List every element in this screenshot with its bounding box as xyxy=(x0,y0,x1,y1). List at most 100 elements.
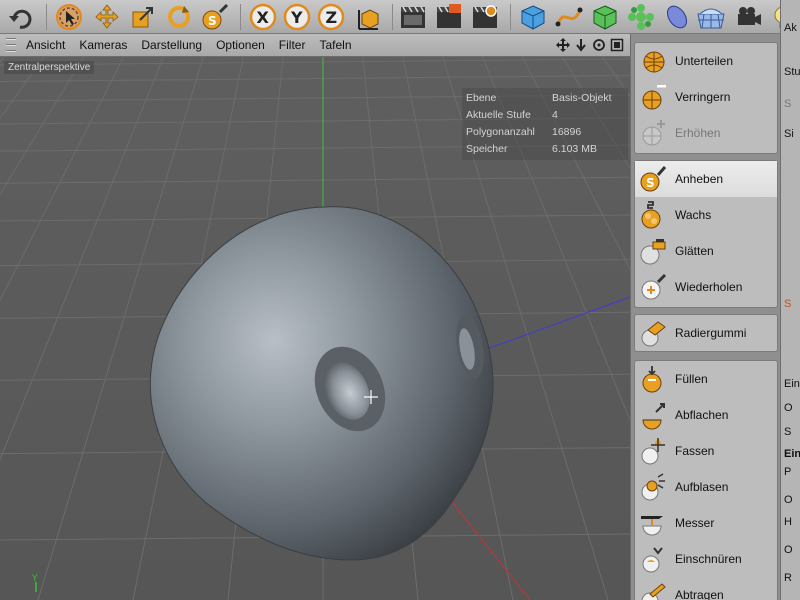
panel-text: Stu xyxy=(784,66,800,78)
viewport-panel[interactable]: Ansicht Kameras Darstellung Optionen Fil… xyxy=(0,34,630,600)
increase-icon xyxy=(638,118,668,148)
knife-brush-icon xyxy=(638,508,668,538)
panel-text: Si xyxy=(784,128,794,140)
tool-fassen[interactable]: Fassen xyxy=(635,433,777,469)
tool-label: Füllen xyxy=(675,372,708,386)
panel-text: Ein xyxy=(784,448,800,460)
stat-row-current-level: Aktuelle Stufe 4 xyxy=(466,107,624,124)
tool-anheben[interactable]: S Anheben xyxy=(635,161,777,197)
inflate-brush-icon xyxy=(638,472,668,502)
dolly-icon[interactable] xyxy=(574,37,588,53)
svg-text:S: S xyxy=(208,14,217,28)
subdivision-group: Unterteilen Verringern Erhöhen xyxy=(634,42,778,154)
tool-label: Aufblasen xyxy=(675,480,729,494)
tool-erhoehen[interactable]: Erhöhen xyxy=(635,115,777,151)
camera-icon[interactable] xyxy=(734,2,764,32)
stat-value: Basis-Objekt xyxy=(552,92,612,104)
pull-brush-icon: S xyxy=(638,164,668,194)
move-icon[interactable] xyxy=(92,2,122,32)
undo-icon[interactable] xyxy=(6,2,36,32)
menu-kameras[interactable]: Kameras xyxy=(79,38,127,52)
environment-icon[interactable] xyxy=(696,2,726,32)
sculpt-brush-icon[interactable]: S xyxy=(200,2,230,32)
scale-icon[interactable] xyxy=(128,2,158,32)
stat-value: 4 xyxy=(552,109,558,121)
hud-stats: Ebene Basis-Objekt Aktuelle Stufe 4 Poly… xyxy=(462,88,628,160)
flatten-brush-icon xyxy=(638,400,668,430)
panel-text: P xyxy=(784,466,792,478)
stat-row-polygon-count: Polygonanzahl 16896 xyxy=(466,124,624,141)
viewport-navigation xyxy=(556,37,624,53)
select-icon[interactable] xyxy=(54,2,84,32)
camera-view-label[interactable]: Zentralperspektive xyxy=(4,61,95,74)
tool-einschnueren[interactable]: Einschnüren xyxy=(635,541,777,577)
stat-label: Ebene xyxy=(466,92,497,104)
maximize-view-icon[interactable] xyxy=(610,37,624,53)
tool-label: Unterteilen xyxy=(675,54,734,68)
scrape-brush-icon xyxy=(638,580,668,600)
stat-value: 16896 xyxy=(552,126,582,138)
viewport-menubar: Ansicht Kameras Darstellung Optionen Fil… xyxy=(0,34,630,57)
tool-label: Fassen xyxy=(675,444,715,458)
tool-abtragen[interactable]: Abtragen xyxy=(635,577,777,600)
sculpt-brush-palette: Unterteilen Verringern Erhöhen S Anheben… xyxy=(630,34,780,600)
panel-grip-icon[interactable] xyxy=(6,38,16,52)
x-axis-label: X xyxy=(257,8,270,27)
menu-tafeln[interactable]: Tafeln xyxy=(319,38,351,52)
cube-icon[interactable] xyxy=(518,2,548,32)
svg-text:S: S xyxy=(646,176,655,190)
tool-aufblasen[interactable]: Aufblasen xyxy=(635,469,777,505)
tool-label: Verringern xyxy=(675,90,731,104)
tool-label: Erhöhen xyxy=(675,126,721,140)
render-view-icon[interactable] xyxy=(398,2,428,32)
array-icon[interactable] xyxy=(626,2,656,32)
render-settings-icon[interactable] xyxy=(470,2,500,32)
x-axis-icon[interactable]: X xyxy=(248,2,278,32)
pan-icon[interactable] xyxy=(556,37,570,53)
panel-text: S xyxy=(784,426,792,438)
panel-text: Ein xyxy=(784,378,800,390)
spline-icon[interactable] xyxy=(554,2,584,32)
pinch-brush-icon xyxy=(638,544,668,574)
eraser-group: Radiergummi xyxy=(634,314,778,352)
fill-brush-icon xyxy=(638,364,668,394)
tool-unterteilen[interactable]: Unterteilen xyxy=(635,43,777,79)
tool-label: Einschnüren xyxy=(675,552,742,566)
decrease-icon xyxy=(638,82,668,112)
tool-messer[interactable]: Messer xyxy=(635,505,777,541)
repeat-brush-icon xyxy=(638,272,668,302)
panel-text: R xyxy=(784,572,792,584)
tool-label: Wiederholen xyxy=(675,280,743,294)
menu-optionen[interactable]: Optionen xyxy=(216,38,265,52)
orbit-icon[interactable] xyxy=(592,37,606,53)
y-axis-label: Y xyxy=(290,8,303,27)
deformer-icon[interactable] xyxy=(662,2,692,32)
rotate-icon[interactable] xyxy=(164,2,194,32)
tool-radiergummi[interactable]: Radiergummi xyxy=(635,315,777,351)
render-picture-viewer-icon[interactable] xyxy=(434,2,464,32)
tool-fuellen[interactable]: Füllen xyxy=(635,361,777,397)
grab-brush-icon xyxy=(638,436,668,466)
tool-label: Abflachen xyxy=(675,408,729,422)
nurbs-icon[interactable] xyxy=(590,2,620,32)
y-axis-icon[interactable]: Y xyxy=(282,2,312,32)
tool-wachs[interactable]: Wachs xyxy=(635,197,777,233)
tool-label: Anheben xyxy=(675,172,724,186)
tool-wiederholen[interactable]: Wiederholen xyxy=(635,269,777,305)
tool-verringern[interactable]: Verringern xyxy=(635,79,777,115)
tool-abflachen[interactable]: Abflachen xyxy=(635,397,777,433)
stat-value: 6.103 MB xyxy=(552,143,597,155)
stat-label: Aktuelle Stufe xyxy=(466,109,531,121)
z-axis-icon[interactable]: Z xyxy=(316,2,346,32)
coordinate-system-icon[interactable] xyxy=(354,2,384,32)
tool-glaetten[interactable]: Glätten xyxy=(635,233,777,269)
main-toolbar: S X Y Z xyxy=(0,0,800,34)
panel-tab-text[interactable]: Ak xyxy=(784,22,797,34)
menu-ansicht[interactable]: Ansicht xyxy=(26,38,65,52)
panel-text: S xyxy=(784,298,792,310)
tool-label: Abtragen xyxy=(675,588,724,600)
menu-filter[interactable]: Filter xyxy=(279,38,306,52)
stat-label: Polygonanzahl xyxy=(466,126,535,138)
advanced-brush-group: Füllen Abflachen Fassen Aufblasen Messer… xyxy=(634,360,778,600)
menu-darstellung[interactable]: Darstellung xyxy=(141,38,202,52)
